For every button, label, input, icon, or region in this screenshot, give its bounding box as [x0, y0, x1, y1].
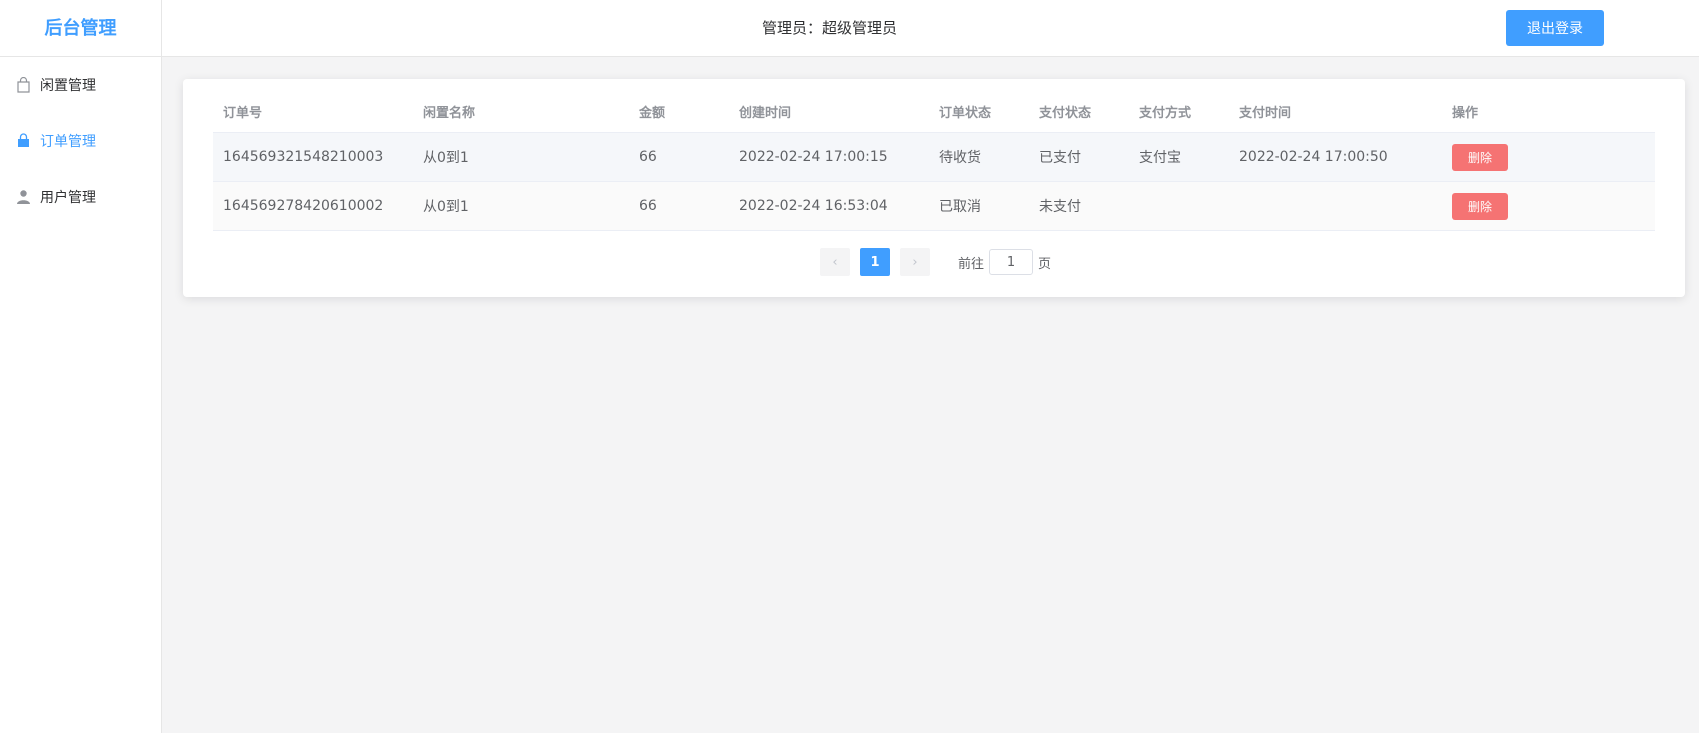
- action-cell: 删除: [1442, 143, 1655, 171]
- item-name-cell: 从0到1: [423, 150, 469, 166]
- sidebar-item-label: 订单管理: [40, 134, 96, 150]
- column-header-order-status: 订单状态: [939, 106, 992, 121]
- shopping-bag-icon: [15, 77, 31, 93]
- column-header-order-no: 订单号: [223, 106, 263, 121]
- column-header-pay-method: 支付方式: [1139, 106, 1192, 121]
- pay-status-cell: 已支付: [1039, 150, 1081, 166]
- column-header-action: 操作: [1452, 106, 1479, 121]
- orders-card: 订单号 闲置名称 金额 创建时间 订单状态 支付状态 支付方式 支付时间 操作 …: [183, 79, 1685, 297]
- admin-label: 管理员：超级管理员: [762, 19, 898, 37]
- sidebar-item-idle-management[interactable]: 闲置管理: [0, 57, 161, 113]
- sidebar-item-order-management[interactable]: 订单管理: [0, 113, 161, 169]
- pagination: ‹ 1 › 前往 页: [820, 248, 1051, 276]
- pay-status-cell: 未支付: [1039, 199, 1081, 215]
- amount-cell: 66: [639, 149, 657, 165]
- order-no-cell: 164569321548210003: [223, 149, 384, 165]
- column-header-item-name: 闲置名称: [423, 106, 476, 121]
- amount-cell: 66: [639, 198, 657, 214]
- goto-page-input[interactable]: [989, 249, 1034, 275]
- column-header-amount: 金额: [639, 106, 666, 121]
- delete-button[interactable]: 删除: [1452, 192, 1508, 220]
- goto-page: 前往 页: [958, 249, 1051, 275]
- user-icon: [15, 189, 31, 205]
- sidebar-title: 后台管理: [0, 0, 161, 57]
- goto-label: 前往: [958, 256, 985, 272]
- pay-time-cell: 2022-02-24 17:00:50: [1239, 149, 1388, 165]
- sidebar-item-label: 闲置管理: [40, 78, 96, 94]
- table-header-row: 订单号 闲置名称 金额 创建时间 订单状态 支付状态 支付方式 支付时间 操作: [213, 91, 1655, 133]
- chevron-left-icon: ‹: [832, 254, 838, 270]
- prev-page-button[interactable]: ‹: [820, 248, 850, 276]
- delete-button[interactable]: 删除: [1452, 143, 1508, 171]
- table-row: 164569278420610002 从0到1 66 2022-02-24 16…: [213, 182, 1655, 231]
- sidebar-item-label: 用户管理: [40, 190, 96, 206]
- orders-table: 订单号 闲置名称 金额 创建时间 订单状态 支付状态 支付方式 支付时间 操作 …: [213, 91, 1655, 231]
- column-header-pay-status: 支付状态: [1039, 106, 1092, 121]
- created-cell: 2022-02-24 16:53:04: [739, 198, 888, 214]
- sidebar: 后台管理 闲置管理 订单管理 用户管理: [0, 0, 162, 733]
- page-number-button[interactable]: 1: [860, 248, 890, 276]
- sidebar-item-user-management[interactable]: 用户管理: [0, 169, 161, 225]
- chevron-right-icon: ›: [912, 254, 918, 270]
- action-cell: 删除: [1442, 192, 1655, 220]
- table-row: 164569321548210003 从0到1 66 2022-02-24 17…: [213, 133, 1655, 182]
- order-status-cell: 已取消: [939, 199, 981, 215]
- column-header-created: 创建时间: [739, 106, 792, 121]
- item-name-cell: 从0到1: [423, 199, 469, 215]
- logout-button[interactable]: 退出登录: [1506, 10, 1604, 46]
- created-cell: 2022-02-24 17:00:15: [739, 149, 888, 165]
- order-status-cell: 待收货: [939, 150, 981, 166]
- column-header-pay-time: 支付时间: [1239, 106, 1292, 121]
- page-suffix-label: 页: [1038, 256, 1052, 272]
- pay-method-cell: 支付宝: [1139, 150, 1181, 166]
- shopping-bag-filled-icon: [15, 133, 31, 149]
- order-no-cell: 164569278420610002: [223, 198, 384, 214]
- next-page-button[interactable]: ›: [900, 248, 930, 276]
- header-bar: 管理员：超级管理员 退出登录: [162, 0, 1699, 57]
